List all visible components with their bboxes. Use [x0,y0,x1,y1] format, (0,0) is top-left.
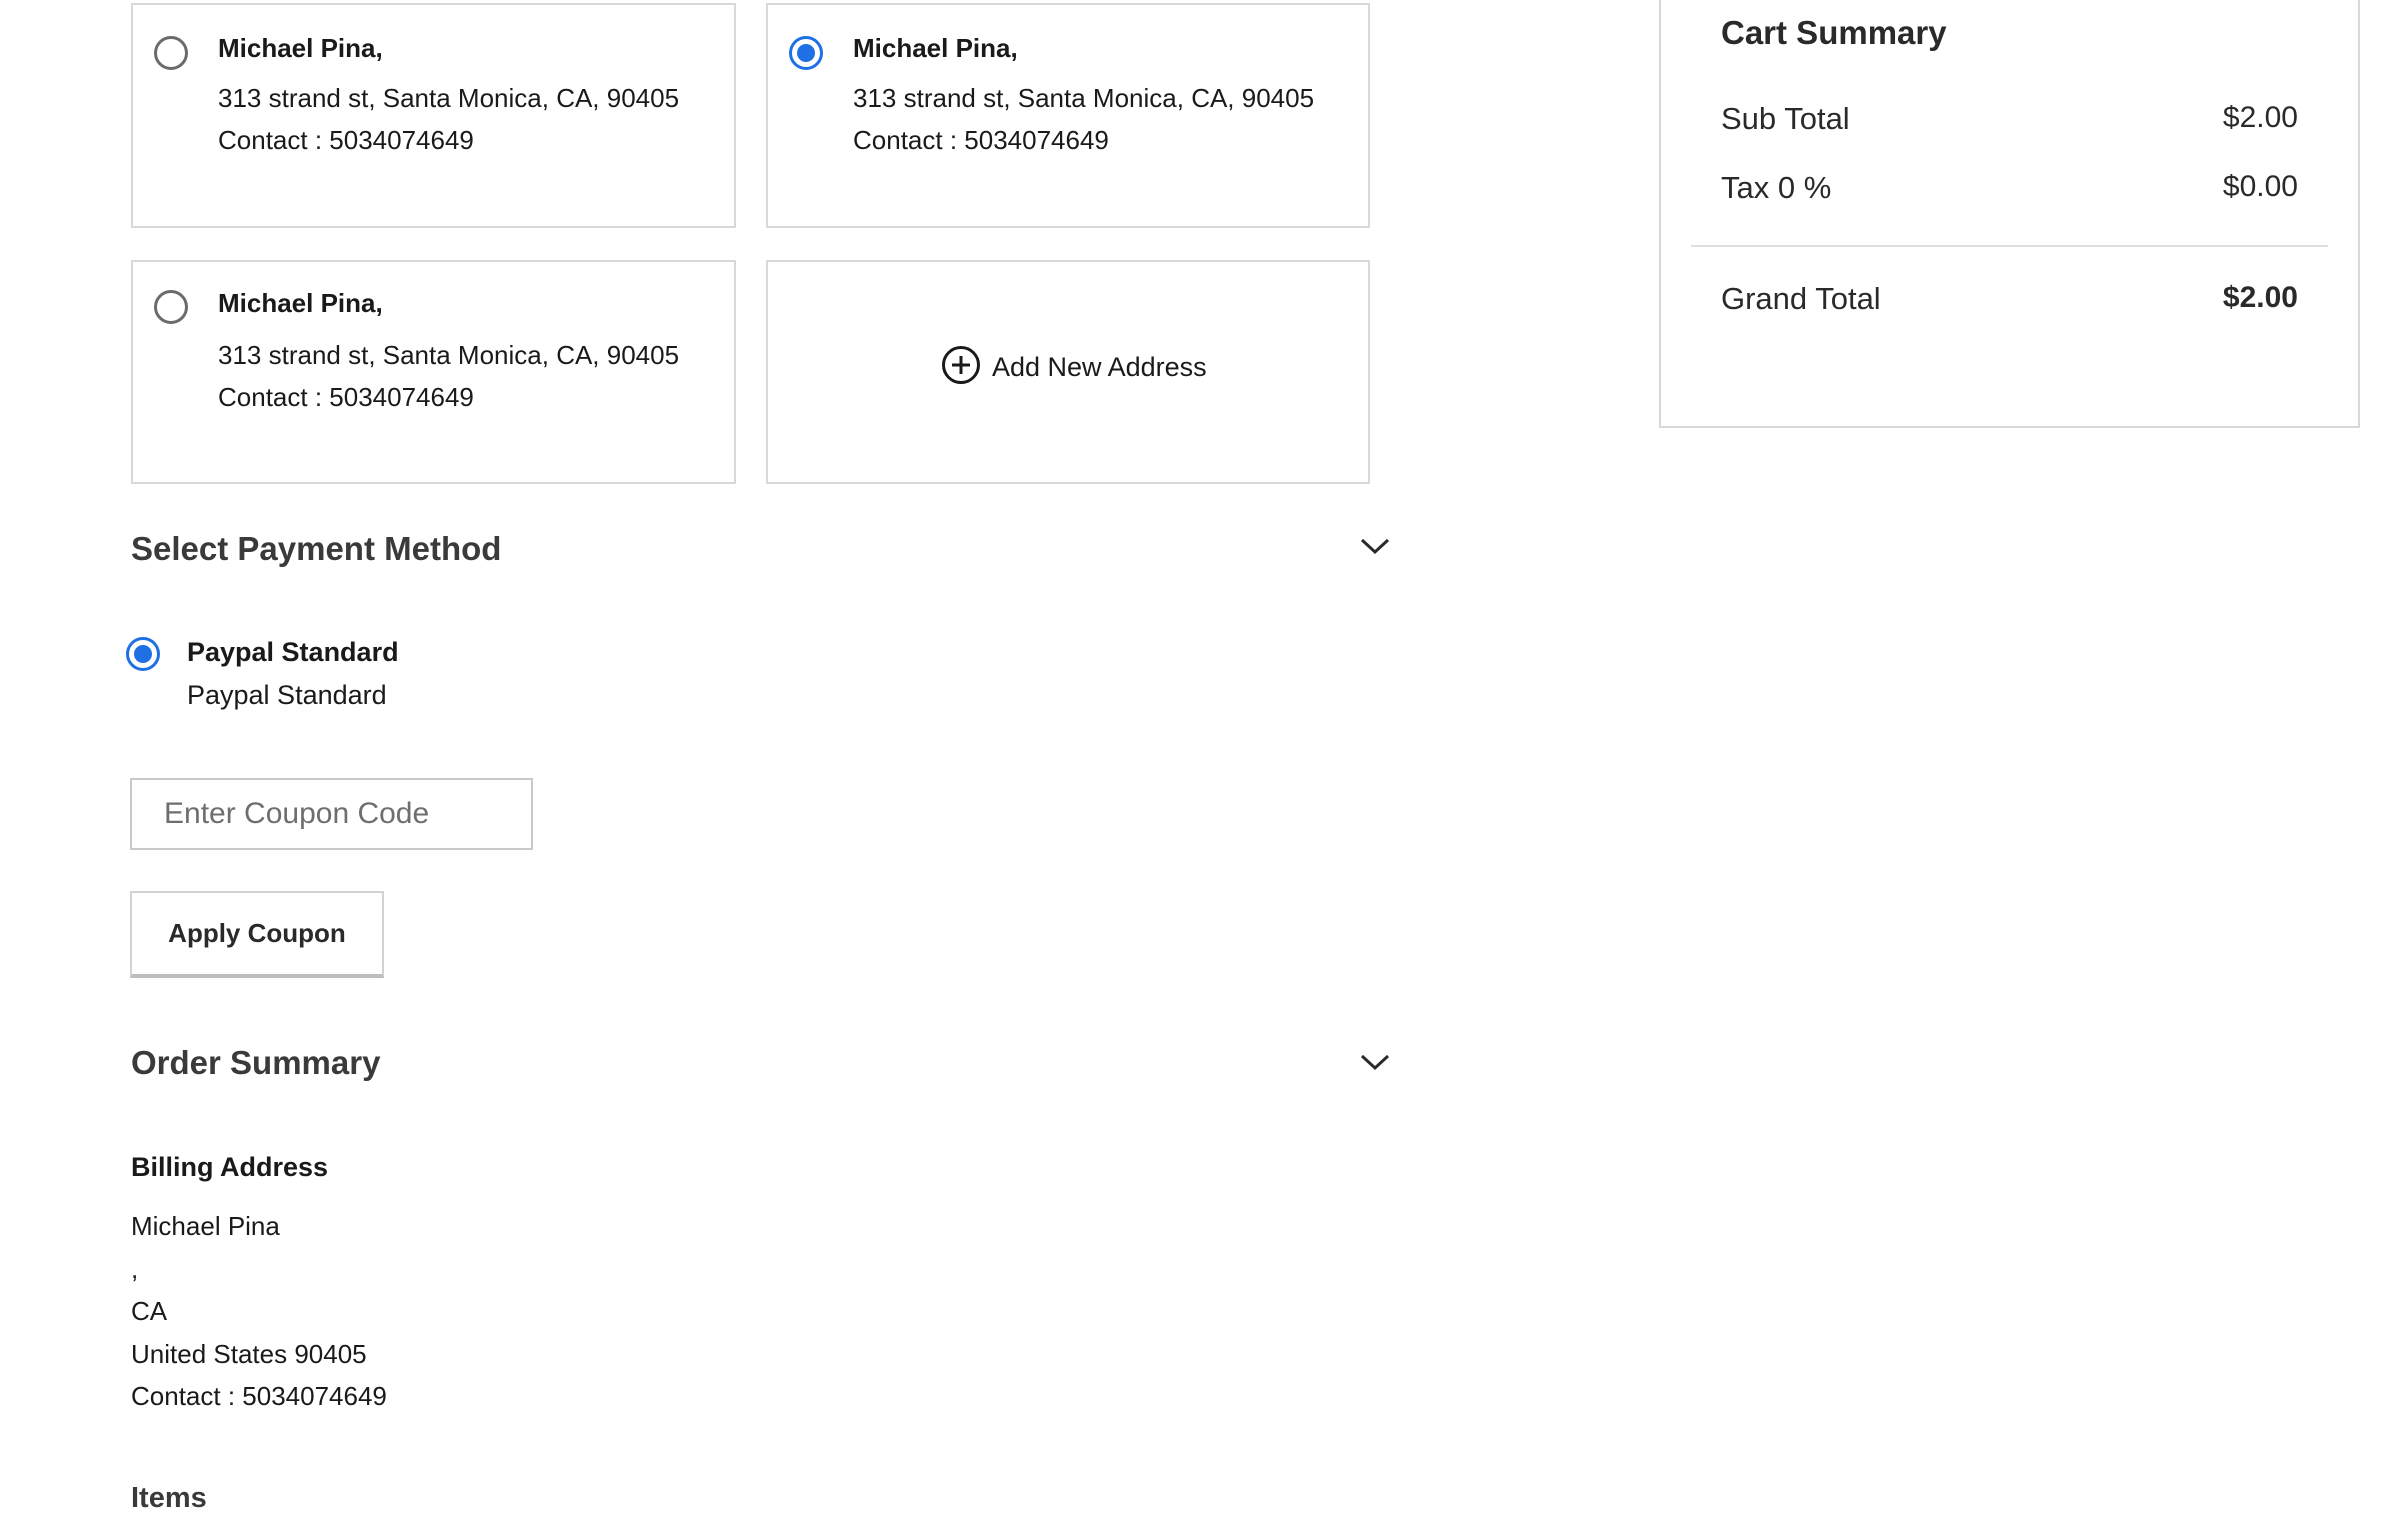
plus-circle-icon [942,346,980,384]
summary-divider [1691,245,2328,247]
address-contact: Contact : 5034074649 [218,125,474,155]
address-radio-1[interactable] [154,36,188,70]
tax-label: Tax 0 % [1721,170,1832,205]
payment-radio-paypal[interactable] [126,637,160,671]
items-title: Items [131,1482,207,1514]
billing-address-title: Billing Address [131,1152,329,1182]
address-street: 313 strand st, Santa Monica, CA, 90405 [218,340,680,370]
address-name: Michael Pina, [218,288,383,318]
billing-line-state: CA [131,1296,168,1326]
tax-value: $0.00 [2222,170,2298,203]
chevron-down-icon[interactable] [1360,1052,1390,1072]
address-name: Michael Pina, [853,33,1018,63]
address-street: 313 strand st, Santa Monica, CA, 90405 [853,83,1315,113]
address-radio-2[interactable] [789,36,823,70]
grand-total-label: Grand Total [1721,281,1881,316]
address-card-3[interactable]: Michael Pina, 313 strand st, Santa Monic… [131,260,736,484]
grand-total-value: $2.00 [2222,281,2298,314]
payment-method-description: Paypal Standard [187,680,387,710]
subtotal-label: Sub Total [1721,101,1850,136]
billing-line-street: , [131,1254,139,1284]
address-name: Michael Pina, [218,33,383,63]
add-new-address-card[interactable]: Add New Address [766,260,1370,484]
payment-section-title: Select Payment Method [131,530,502,567]
address-radio-3[interactable] [154,290,188,324]
payment-method-title: Paypal Standard [187,637,399,667]
address-card-2[interactable]: Michael Pina, 313 strand st, Santa Monic… [766,3,1370,228]
cart-summary-title: Cart Summary [1721,14,1947,51]
billing-line-name: Michael Pina [131,1211,280,1241]
order-summary-title: Order Summary [131,1044,381,1081]
cart-summary-panel: Cart Summary Sub Total $2.00 Tax 0 % $0.… [1659,0,2360,428]
address-street: 313 strand st, Santa Monica, CA, 90405 [218,83,680,113]
address-contact: Contact : 5034074649 [218,382,474,412]
coupon-code-input[interactable] [130,778,533,850]
add-new-address-label: Add New Address [992,352,1207,382]
billing-line-contact: Contact : 5034074649 [131,1381,387,1411]
address-card-1[interactable]: Michael Pina, 313 strand st, Santa Monic… [131,3,736,228]
apply-coupon-button[interactable]: Apply Coupon [130,891,384,978]
billing-line-country-zip: United States 90405 [131,1339,367,1369]
subtotal-value: $2.00 [2222,101,2298,134]
chevron-down-icon[interactable] [1360,536,1390,556]
address-contact: Contact : 5034074649 [853,125,1109,155]
